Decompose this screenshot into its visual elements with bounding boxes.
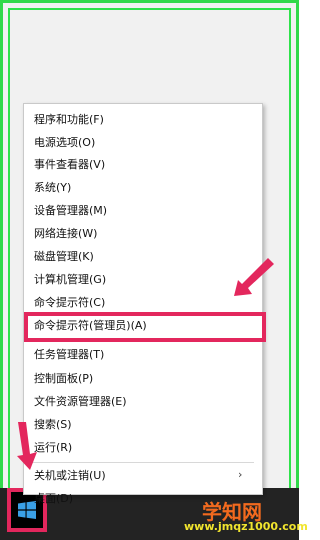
chevron-right-icon: › <box>238 468 243 481</box>
menu-item-programs-features[interactable]: 程序和功能(F) <box>34 110 104 130</box>
winx-context-menu: 程序和功能(F) 电源选项(O) 事件查看器(V) 系统(Y) 设备管理器(M)… <box>23 103 263 505</box>
menu-item-event-viewer[interactable]: 事件查看器(V) <box>34 155 105 175</box>
arrow-down-icon <box>17 422 37 470</box>
menu-item-desktop[interactable]: 桌面(D) <box>34 489 73 509</box>
menu-item-control-panel[interactable]: 控制面板(P) <box>34 369 93 389</box>
menu-item-shutdown-signout[interactable]: 关机或注销(U) <box>34 466 106 486</box>
menu-item-network-connections[interactable]: 网络连接(W) <box>34 224 97 244</box>
highlight-box-command-prompt-admin <box>24 312 266 342</box>
watermark-url: www.jmqz1000.com <box>184 520 308 533</box>
menu-item-task-manager[interactable]: 任务管理器(T) <box>34 345 104 365</box>
menu-item-computer-management[interactable]: 计算机管理(G) <box>34 270 106 290</box>
menu-item-command-prompt[interactable]: 命令提示符(C) <box>34 293 105 313</box>
site-watermark: 学知网 www.jmqz1000.com <box>184 498 308 536</box>
menu-item-power-options[interactable]: 电源选项(O) <box>34 133 95 153</box>
arrow-pointer-icon <box>234 258 274 296</box>
menu-separator <box>32 462 254 463</box>
menu-item-file-explorer[interactable]: 文件资源管理器(E) <box>34 392 127 412</box>
menu-item-disk-management[interactable]: 磁盘管理(K) <box>34 247 94 267</box>
menu-item-system[interactable]: 系统(Y) <box>34 178 71 198</box>
menu-item-device-manager[interactable]: 设备管理器(M) <box>34 201 107 221</box>
